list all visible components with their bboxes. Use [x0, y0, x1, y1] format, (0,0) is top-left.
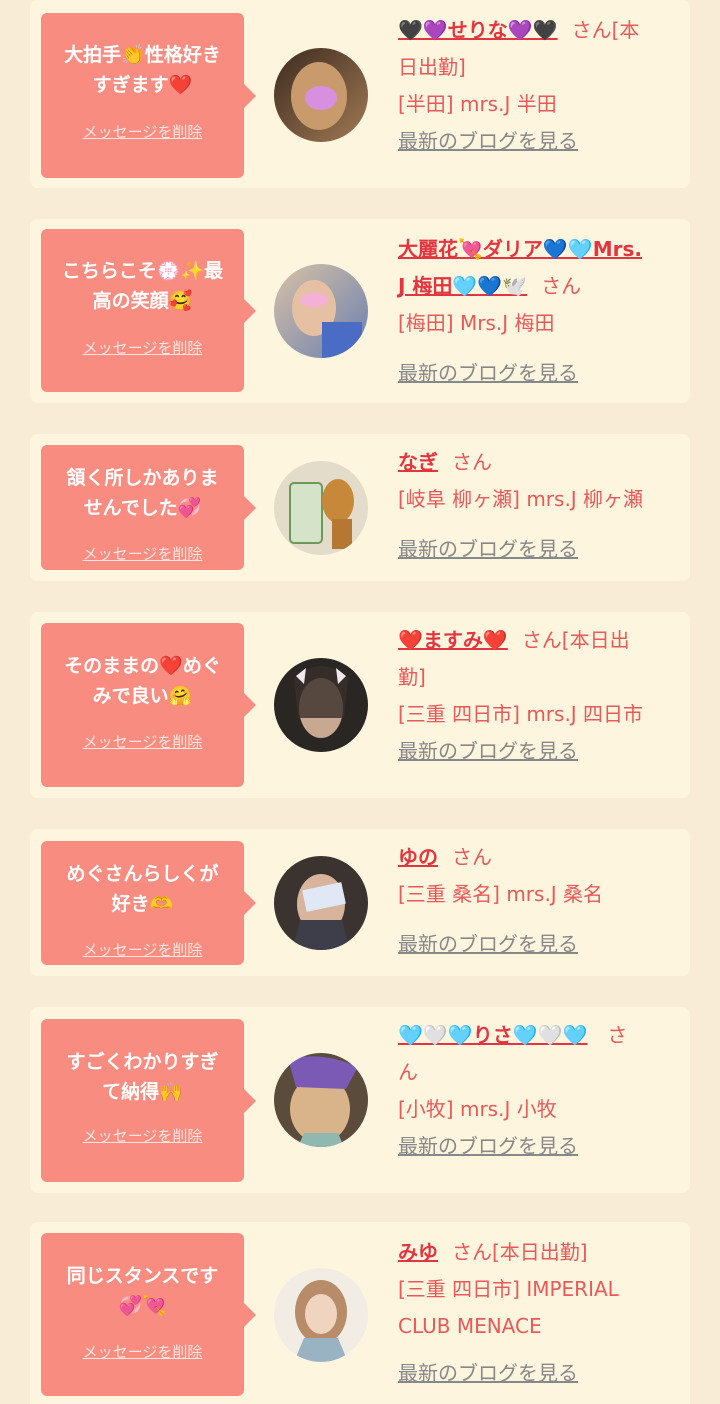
cast-name-link[interactable]: ❤️ますみ❤️ — [398, 628, 508, 652]
shop-text: [梅田] Mrs.J 梅田 — [398, 311, 555, 335]
cast-name-link[interactable]: ゆの — [398, 845, 438, 869]
honorific-text: さん — [452, 450, 492, 474]
message-card: 大拍手👏性格好き すぎます❤️ メッセージを削除 🖤💜せりな💜🖤 さん[本 日出勤… — [30, 0, 690, 188]
comment-bubble: めぐさんらしくが 好き🫶 メッセージを削除 — [41, 841, 256, 965]
shop-text: [岐阜 柳ヶ瀬] mrs.J 柳ヶ瀬 — [398, 487, 644, 511]
avatar[interactable] — [274, 1268, 368, 1362]
comment-text: 大拍手👏性格好き — [64, 44, 221, 66]
latest-blog-link[interactable]: 最新のブログを見る — [398, 355, 680, 392]
delete-message-link[interactable]: メッセージを削除 — [41, 121, 244, 142]
message-card: 同じスタンスです 💞💘 メッセージを削除 みゆ さん[本日出勤] [三重 四日市]… — [30, 1222, 690, 1404]
honorific-text: さん[本日出勤] — [452, 1240, 588, 1264]
honorific-text-cont: 勤] — [398, 665, 426, 689]
cast-name-link[interactable]: 🩵🤍🩵りさ🩵🤍🩵 — [398, 1023, 587, 1047]
honorific-text-cont: 日出勤] — [398, 55, 466, 79]
comment-text: 頷く所しかありま — [66, 467, 219, 489]
message-card: めぐさんらしくが 好き🫶 メッセージを削除 ゆの さん [三重 桑名] mrs.J… — [30, 829, 690, 976]
comment-text: 好き🫶 — [111, 893, 174, 915]
delete-message-link[interactable]: メッセージを削除 — [41, 1341, 244, 1362]
message-card: すごくわかりすぎ て納得🙌 メッセージを削除 🩵🤍🩵りさ🩵🤍🩵 さ ん [小牧] … — [30, 1007, 690, 1193]
latest-blog-link[interactable]: 最新のブログを見る — [398, 123, 680, 160]
avatar[interactable] — [274, 48, 368, 142]
shop-text: [三重 四日市] IMPERIAL — [398, 1277, 619, 1301]
comment-text: 💞💘 — [118, 1295, 167, 1317]
comment-text: こちらこそ💮✨最 — [61, 260, 224, 282]
delete-message-link[interactable]: メッセージを削除 — [41, 1125, 244, 1146]
honorific-text: さん[本日出 — [521, 628, 630, 652]
comment-bubble: 頷く所しかありま せんでした💞 メッセージを削除 — [41, 445, 256, 570]
comment-text: すぎます❤️ — [92, 74, 193, 96]
comment-bubble: 大拍手👏性格好き すぎます❤️ メッセージを削除 — [41, 13, 256, 178]
comment-bubble: すごくわかりすぎ て納得🙌 メッセージを削除 — [41, 1019, 256, 1182]
cast-name-link-cont[interactable]: J 梅田🩵💙🕊️ — [398, 274, 527, 298]
comment-bubble: そのままの❤️めぐ みで良い🤗 メッセージを削除 — [41, 623, 256, 787]
shop-text: [半田] mrs.J 半田 — [398, 92, 557, 116]
cast-name-link[interactable]: 🖤💜せりな💜🖤 — [398, 18, 558, 42]
comment-text: みで良い🤗 — [92, 685, 193, 707]
comment-bubble: こちらこそ💮✨最 高の笑顔🥰 メッセージを削除 — [41, 229, 256, 392]
latest-blog-link[interactable]: 最新のブログを見る — [398, 1128, 680, 1165]
avatar[interactable] — [274, 856, 368, 950]
cast-name-link[interactable]: なぎ — [398, 450, 438, 474]
message-card: そのままの❤️めぐ みで良い🤗 メッセージを削除 ❤️ますみ❤️ さん[本日出 勤… — [30, 612, 690, 798]
honorific-text: さ — [607, 1023, 628, 1047]
comment-text: めぐさんらしくが — [66, 863, 219, 885]
shop-text: [三重 四日市] mrs.J 四日市 — [398, 702, 644, 726]
delete-message-link[interactable]: メッセージを削除 — [41, 731, 244, 752]
cast-info: ❤️ますみ❤️ さん[本日出 勤] [三重 四日市] mrs.J 四日市 最新のブ… — [398, 622, 680, 770]
cast-name-link[interactable]: 大麗花💘ダリア💙🩵Mrs. — [398, 237, 642, 261]
latest-blog-link[interactable]: 最新のブログを見る — [398, 531, 680, 568]
comment-text: そのままの❤️めぐ — [64, 655, 221, 677]
message-card: 頷く所しかありま せんでした💞 メッセージを削除 なぎ さん [岐阜 柳ヶ瀬] m… — [30, 434, 690, 581]
comment-bubble: 同じスタンスです 💞💘 メッセージを削除 — [41, 1233, 256, 1396]
avatar[interactable] — [274, 658, 368, 752]
shop-text: [三重 桑名] mrs.J 桑名 — [398, 882, 604, 906]
latest-blog-link[interactable]: 最新のブログを見る — [398, 733, 680, 770]
cast-info: 🩵🤍🩵りさ🩵🤍🩵 さ ん [小牧] mrs.J 小牧 最新のブログを見る — [398, 1017, 680, 1165]
cast-name-link[interactable]: みゆ — [398, 1240, 438, 1264]
shop-text: [小牧] mrs.J 小牧 — [398, 1097, 557, 1121]
cast-info: なぎ さん [岐阜 柳ヶ瀬] mrs.J 柳ヶ瀬 最新のブログを見る — [398, 444, 680, 568]
latest-blog-link[interactable]: 最新のブログを見る — [398, 1355, 680, 1392]
cast-info: ゆの さん [三重 桑名] mrs.J 桑名 最新のブログを見る — [398, 839, 680, 963]
cast-info: みゆ さん[本日出勤] [三重 四日市] IMPERIAL CLUB MENACE… — [398, 1234, 680, 1392]
honorific-text-cont: ん — [398, 1060, 418, 1084]
avatar[interactable] — [274, 1053, 368, 1147]
shop-text-cont: CLUB MENACE — [398, 1314, 542, 1338]
comment-text: て納得🙌 — [102, 1081, 183, 1103]
cast-info: 大麗花💘ダリア💙🩵Mrs. J 梅田🩵💙🕊️ さん [梅田] Mrs.J 梅田 最… — [398, 231, 680, 392]
delete-message-link[interactable]: メッセージを削除 — [41, 939, 244, 960]
comment-text: 同じスタンスです — [66, 1265, 219, 1287]
comment-text: すごくわかりすぎ — [66, 1051, 219, 1073]
comment-text: 高の笑顔🥰 — [92, 290, 193, 312]
honorific-text: さん — [452, 845, 492, 869]
avatar[interactable] — [274, 264, 368, 358]
cast-info: 🖤💜せりな💜🖤 さん[本 日出勤] [半田] mrs.J 半田 最新のブログを見る — [398, 12, 680, 160]
avatar[interactable] — [274, 461, 368, 555]
latest-blog-link[interactable]: 最新のブログを見る — [398, 926, 680, 963]
honorific-text: さん — [541, 274, 582, 298]
comment-text: せんでした💞 — [83, 497, 202, 519]
delete-message-link[interactable]: メッセージを削除 — [41, 337, 244, 358]
message-card: こちらこそ💮✨最 高の笑顔🥰 メッセージを削除 大麗花💘ダリア💙🩵Mrs. J … — [30, 219, 690, 403]
honorific-text: さん[本 — [571, 18, 640, 42]
delete-message-link[interactable]: メッセージを削除 — [41, 543, 244, 564]
